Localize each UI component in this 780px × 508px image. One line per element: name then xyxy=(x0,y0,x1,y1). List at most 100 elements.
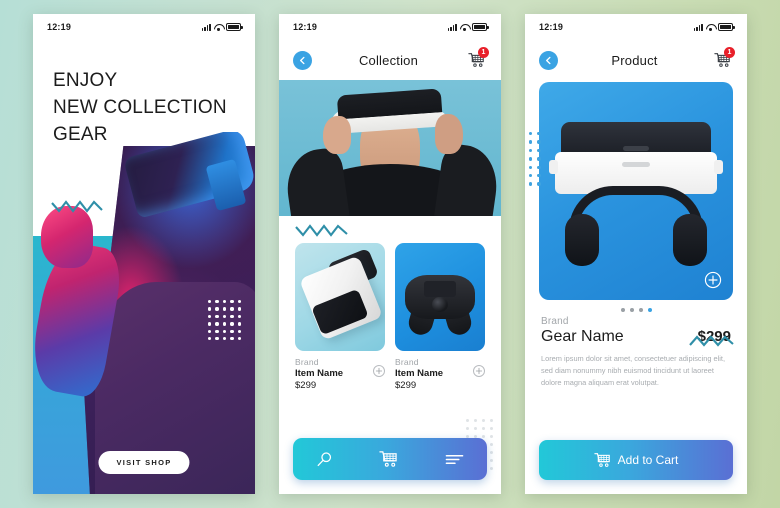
wifi-icon xyxy=(460,23,469,31)
photo-hand xyxy=(41,206,93,268)
page-title: ENJOY NEW COLLECTION GEAR xyxy=(53,68,235,149)
zigzag-divider-icon xyxy=(689,335,734,347)
product-brand: Brand xyxy=(295,357,319,367)
headset-slot xyxy=(622,162,650,167)
cart-nav-button[interactable] xyxy=(375,446,402,472)
status-icons xyxy=(447,23,489,31)
dot-grid-icon xyxy=(529,132,541,186)
product-thumbnail[interactable] xyxy=(295,243,385,351)
shopping-cart-icon xyxy=(379,451,398,467)
carousel-dot-active[interactable] xyxy=(647,308,652,312)
product-description: Lorem ipsum dolor sit amet, consectetuer… xyxy=(541,354,726,387)
photo-hand-right xyxy=(435,114,463,154)
search-nav-button[interactable] xyxy=(312,447,337,472)
app-header: Product 1 xyxy=(525,40,747,80)
hero-photo xyxy=(279,80,501,216)
photo-vr-headset xyxy=(336,88,444,134)
product-price: $299 xyxy=(295,380,317,391)
headline-line-2: NEW COLLECTION xyxy=(53,96,227,118)
product-price: $299 xyxy=(395,380,417,391)
headline-line-3: GEAR xyxy=(53,123,108,145)
wifi-icon xyxy=(214,23,223,31)
thumb-shape-stick-right xyxy=(432,297,447,312)
signal-bars-icon xyxy=(693,23,703,31)
home-screen: 12:19 ENJOY NEW COLLECTION GEAR VISIT SH… xyxy=(33,14,255,494)
plus-circle-icon xyxy=(704,271,722,289)
product-card[interactable]: Brand Item Name $299 xyxy=(395,243,485,391)
status-time: 12:19 xyxy=(293,22,318,32)
cart-button[interactable]: 1 xyxy=(711,47,735,71)
dot-grid-icon xyxy=(208,300,241,341)
status-time: 12:19 xyxy=(47,22,72,32)
status-time: 12:19 xyxy=(539,22,564,32)
thumb-shape-touchpad xyxy=(424,281,456,297)
headset-knob-left xyxy=(549,160,558,174)
product-meta: Brand Item Name $299 xyxy=(395,351,485,391)
product-brand: Brand xyxy=(541,316,569,327)
back-button[interactable] xyxy=(293,50,312,70)
zigzag-divider xyxy=(279,216,501,239)
wifi-icon xyxy=(706,23,715,31)
product-name: Item Name xyxy=(395,368,444,379)
product-grid: Brand Item Name $299 Brand Item Name $29… xyxy=(279,239,501,391)
menu-nav-button[interactable] xyxy=(441,449,468,470)
visit-shop-button[interactable]: VISIT SHOP xyxy=(98,451,190,474)
product-screen: 12:19 Product 1 Brand Gear Name $299 Lor… xyxy=(525,14,747,494)
hero-copy: ENJOY NEW COLLECTION GEAR xyxy=(33,40,255,149)
search-icon xyxy=(317,451,332,466)
status-icons xyxy=(201,23,243,31)
product-name: Item Name xyxy=(295,368,344,379)
headset-vent xyxy=(623,146,649,151)
add-product-button[interactable] xyxy=(373,365,385,377)
product-name: Gear Name xyxy=(541,328,624,345)
shopping-cart-icon xyxy=(593,453,610,467)
product-info: Brand Gear Name $299 Lorem ipsum dolor s… xyxy=(525,314,747,389)
photo-hand-left xyxy=(323,116,351,154)
carousel-indicators[interactable] xyxy=(525,300,747,314)
back-button[interactable] xyxy=(539,50,558,70)
app-header: Collection 1 xyxy=(279,40,501,80)
product-card[interactable]: Brand Item Name $299 xyxy=(295,243,385,391)
chevron-left-icon xyxy=(546,56,551,64)
cart-badge: 1 xyxy=(478,47,489,58)
plus-circle-icon xyxy=(475,367,483,375)
menu-lines-icon xyxy=(445,454,464,464)
cart-badge: 1 xyxy=(724,47,735,58)
battery-icon xyxy=(718,23,735,31)
add-product-button[interactable] xyxy=(473,365,485,377)
collection-screen: 12:19 Collection 1 Brand Item Name $299 … xyxy=(279,14,501,494)
zigzag-divider xyxy=(689,334,737,348)
signal-bars-icon xyxy=(447,23,457,31)
screens-row: 12:19 ENJOY NEW COLLECTION GEAR VISIT SH… xyxy=(0,0,780,508)
add-to-cart-label: Add to Cart xyxy=(617,453,679,467)
signal-bars-icon xyxy=(201,23,211,31)
product-brand: Brand xyxy=(395,357,419,367)
zigzag-divider-icon xyxy=(51,200,103,213)
page-title: Product xyxy=(611,52,658,68)
headset-ear-right xyxy=(673,210,712,266)
carousel-dot[interactable] xyxy=(638,308,643,312)
product-image[interactable] xyxy=(539,82,733,300)
chevron-left-icon xyxy=(300,56,305,64)
product-meta: Brand Item Name $299 xyxy=(295,351,385,391)
plus-circle-icon xyxy=(375,367,383,375)
cart-button[interactable]: 1 xyxy=(465,47,489,71)
zigzag-divider xyxy=(51,198,103,214)
carousel-dot[interactable] xyxy=(629,308,634,312)
page-title: Collection xyxy=(358,52,419,68)
battery-icon xyxy=(226,23,243,31)
headset-knob-right xyxy=(714,160,723,174)
battery-icon xyxy=(472,23,489,31)
status-bar: 12:19 xyxy=(525,14,747,40)
status-icons xyxy=(693,23,735,31)
zigzag-divider-icon xyxy=(295,224,348,237)
headline-line-1: ENJOY xyxy=(53,70,118,91)
add-to-cart-button[interactable]: Add to Cart xyxy=(539,440,733,480)
carousel-dot[interactable] xyxy=(620,308,625,312)
photo-arm-left xyxy=(282,146,350,216)
bottom-navigation xyxy=(293,438,487,480)
expand-image-button[interactable] xyxy=(703,270,723,290)
status-bar: 12:19 xyxy=(33,14,255,40)
status-bar: 12:19 xyxy=(279,14,501,40)
product-thumbnail[interactable] xyxy=(395,243,485,351)
